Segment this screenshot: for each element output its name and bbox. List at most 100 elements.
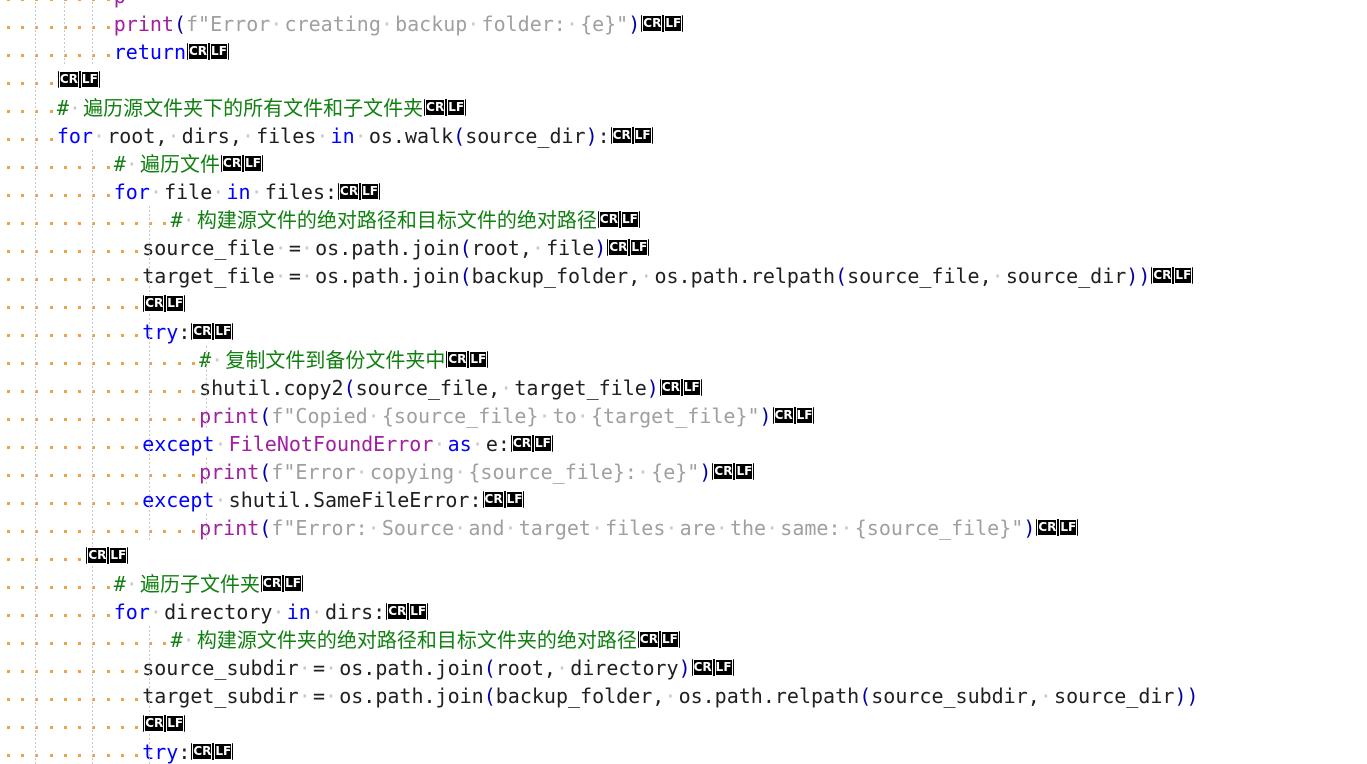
- code-line[interactable]: print(f"Error creating backup folder: {e}")C…: [0, 10, 1367, 38]
- crlf-lf-label: LF: [660, 631, 679, 648]
- code-token: ): [759, 404, 772, 428]
- indent-guide: [92, 206, 94, 234]
- indent-guide: [206, 374, 208, 402]
- code-line[interactable]: target_subdir=os.path.join(backup_folder…: [0, 682, 1367, 710]
- whitespace-dot: [120, 670, 124, 673]
- code-line[interactable]: # 遍历子文件夹CRLF: [0, 570, 1367, 598]
- whitespace-dot: [120, 418, 124, 421]
- whitespace-dot: [120, 502, 124, 505]
- whitespace-dot: [106, 642, 110, 645]
- code-line[interactable]: target_file=os.path.join(backup_folder,o…: [0, 262, 1367, 290]
- whitespace-dot: [7, 138, 10, 141]
- code-line[interactable]: print(f"Copied {source_file} to {target_fil…: [0, 402, 1367, 430]
- whitespace-dot: [21, 502, 25, 505]
- code-line[interactable]: #复制文件到备份文件夹中CRLF: [0, 346, 1367, 374]
- whitespace-dot: [78, 222, 82, 225]
- whitespace-dot: [78, 670, 82, 673]
- code-token: except: [142, 432, 215, 456]
- code-line[interactable]: except FileNotFoundError as e:CRLF: [0, 430, 1367, 458]
- code-token: return: [113, 40, 186, 64]
- indent-guide: [149, 402, 151, 430]
- code-line[interactable]: # 构建源文件夹的绝对路径和目标文件夹的绝对路径CRLF: [0, 626, 1367, 654]
- code-line[interactable]: source_subdir = os.path.join(root, director…: [0, 654, 1367, 682]
- indent-region: [0, 374, 208, 402]
- crlf-lf-label: LF: [409, 603, 428, 620]
- space-dot: [325, 682, 339, 710]
- code-token: try: [142, 740, 179, 764]
- code-line[interactable]: CR LF: [0, 290, 1367, 318]
- code-line[interactable]: forfilein files:CRLF: [0, 178, 1367, 206]
- crlf-lf-label: LF: [214, 323, 233, 340]
- code-token: for: [56, 124, 93, 148]
- code-line[interactable]: shutil.copy2(source_file, target_file)CRL…: [0, 374, 1367, 402]
- space-dot: [150, 598, 164, 626]
- space-dot: [665, 514, 679, 542]
- code-line[interactable]: for root, dirs, filesin os.walk(source_dir):…: [0, 122, 1367, 150]
- whitespace-dot: [134, 334, 138, 337]
- crlf-lf-label: LF: [469, 351, 488, 368]
- whitespace-dot: [78, 726, 82, 729]
- whitespace-dot: [191, 390, 195, 393]
- whitespace-dot: [120, 530, 124, 533]
- code-line[interactable]: for directory in dirs:CRLF: [0, 598, 1367, 626]
- whitespace-dot: [78, 642, 82, 645]
- code-line[interactable]: # 遍历文件CRLF: [0, 150, 1367, 178]
- crlf-lf-label: LF: [795, 407, 814, 424]
- code-line[interactable]: CR LF: [0, 66, 1367, 94]
- crlf-cr-label: CR: [692, 659, 713, 676]
- crlf-lf-label: LF: [505, 491, 524, 508]
- code-token: in: [226, 180, 251, 204]
- code-token: backup_folder,: [471, 264, 641, 288]
- code-token: (: [259, 516, 272, 540]
- crlf-cr-label: CR: [387, 603, 408, 620]
- whitespace-dot: [120, 446, 124, 449]
- code-line[interactable]: try: CR LF: [0, 738, 1367, 764]
- indent-guide: [63, 10, 65, 38]
- crlf-lf-label: LF: [80, 71, 99, 88]
- code-token: 遍历源文件夹下的所有文件和子文件夹: [83, 96, 424, 120]
- whitespace-dot: [7, 0, 10, 1]
- code-token: as: [447, 432, 472, 456]
- code-line[interactable]: print(f"Error: Source and target files arethe…: [0, 514, 1367, 542]
- indent-guide: [149, 430, 151, 458]
- indent-guide: [35, 234, 37, 262]
- code-line[interactable]: # 构建源文件的绝对路径和目标文件的绝对路径CRLF: [0, 206, 1367, 234]
- code-line[interactable]: p: [0, 0, 1367, 10]
- code-editor[interactable]: pprint(f"Errorcreatingbackupfolder:{e}")…: [0, 0, 1367, 764]
- indent-guide: [35, 346, 37, 374]
- code-line[interactable]: CR LF: [0, 542, 1367, 570]
- crlf-cr-label: CR: [611, 127, 632, 144]
- whitespace-dot: [49, 334, 53, 337]
- code-token: =: [288, 264, 301, 288]
- whitespace-dot: [163, 474, 167, 477]
- indent-region: [0, 570, 114, 598]
- crlf-line-ending-marker: CR LF: [191, 743, 234, 760]
- code-token: =: [312, 684, 325, 708]
- code-token: backup: [395, 12, 468, 36]
- space-dot: [504, 514, 518, 542]
- crlf-line-ending-marker: CR LF: [691, 659, 734, 676]
- code-token: directory: [164, 600, 273, 624]
- whitespace-dot: [49, 418, 53, 421]
- code-surface[interactable]: pprint(f"Errorcreatingbackupfolder:{e}")…: [0, 0, 1367, 764]
- whitespace-dot: [106, 418, 110, 421]
- code-line[interactable]: CR LF: [0, 710, 1367, 738]
- whitespace-dot: [177, 390, 181, 393]
- whitespace-dot: [78, 166, 82, 169]
- whitespace-dot: [120, 306, 124, 309]
- code-line[interactable]: try: CR LF: [0, 318, 1367, 346]
- whitespace-dot: [49, 194, 53, 197]
- space-dot: [591, 514, 605, 542]
- code-line[interactable]: print(f"Error copying {source_file}: {e}")C…: [0, 458, 1367, 486]
- code-token: e:: [485, 432, 510, 456]
- whitespace-dot: [163, 362, 167, 365]
- whitespace-dot: [63, 418, 67, 421]
- code-line[interactable]: return CR LF: [0, 38, 1367, 66]
- code-line[interactable]: # 遍历源文件夹下的所有文件和子文件夹CRLF: [0, 94, 1367, 122]
- whitespace-dot: [120, 390, 124, 393]
- indent-guide: [35, 626, 37, 654]
- code-line[interactable]: source_file = os.path.join(root, file)CRLF: [0, 234, 1367, 262]
- code-token: copying: [369, 460, 455, 484]
- code-line[interactable]: except shutil.SameFileError:CRLF: [0, 486, 1367, 514]
- crlf-line-ending-marker: CR LF: [446, 351, 489, 368]
